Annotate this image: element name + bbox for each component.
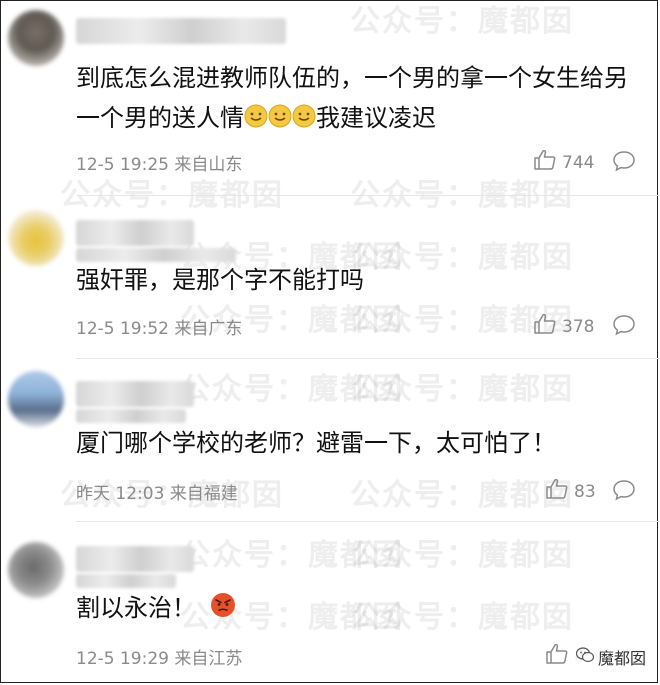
smile-emoji-icon — [268, 100, 292, 140]
comment-text: 强奸罪，是那个字不能打吗 — [76, 266, 364, 294]
comment-item: 强奸罪，是那个字不能打吗 12-5 19:52 来自广东 378 — [0, 196, 660, 358]
username-blurred[interactable] — [76, 546, 194, 572]
avatar[interactable] — [8, 10, 64, 66]
avatar[interactable] — [8, 542, 64, 598]
wechat-icon — [575, 647, 595, 667]
angry-face-emoji-icon — [210, 590, 236, 630]
comment-item: 到底怎么混进教师队伍的，一个男的拿一个女生给另一个男的送人情 我建议凌迟 12-5… — [0, 0, 660, 195]
username-blurred[interactable] — [76, 381, 194, 407]
comment-text-main: 割以永治！ — [76, 594, 196, 622]
comment-meta: 12-5 19:25 来自山东 — [76, 155, 243, 175]
comment-meta: 12-5 19:29 来自江苏 — [76, 649, 243, 669]
comment-bubble-icon[interactable] — [612, 479, 636, 505]
username-blurred[interactable] — [76, 220, 194, 246]
brand-badge: 魔都囡 — [571, 643, 650, 671]
comment-text-tail: 我建议凌迟 — [316, 104, 436, 132]
brand-name: 魔都囡 — [597, 649, 646, 668]
thumbs-up-icon — [534, 313, 556, 339]
comment-item: 厦门哪个学校的老师？避雷一下，太可怕了！ 昨天 12:03 来自福建 83 — [0, 359, 660, 521]
comment-meta: 昨天 12:03 来自福建 — [76, 484, 238, 504]
comment-item: 割以永治！ 12-5 19:29 来自江苏 8 — [0, 522, 660, 685]
like-count: 83 — [574, 481, 596, 502]
avatar[interactable] — [8, 371, 64, 427]
username-blurred[interactable] — [76, 574, 176, 588]
like-count: 744 — [562, 152, 595, 173]
username-blurred[interactable] — [76, 409, 186, 423]
like-button[interactable]: 378 — [534, 313, 595, 339]
comment-bubble-icon[interactable] — [612, 150, 636, 176]
thumbs-up-icon — [534, 149, 556, 175]
comment-meta: 12-5 19:52 来自广东 — [76, 319, 243, 339]
comment-text: 割以永治！ — [76, 588, 646, 630]
smile-emoji-icon — [292, 100, 316, 140]
comment-text: 厦门哪个学校的老师？避雷一下，太可怕了！ — [76, 429, 556, 457]
thumbs-up-icon — [546, 643, 568, 669]
comment-text: 到底怎么混进教师队伍的，一个男的拿一个女生给另一个男的送人情 我建议凌迟 — [76, 58, 646, 140]
like-button[interactable]: 744 — [534, 149, 595, 175]
thumbs-up-icon — [546, 478, 568, 504]
avatar[interactable] — [8, 210, 64, 266]
smile-emoji-icon — [244, 100, 268, 140]
like-button[interactable]: 83 — [546, 478, 596, 504]
comment-bubble-icon[interactable] — [612, 314, 636, 340]
like-count: 378 — [562, 316, 595, 337]
username-blurred[interactable] — [76, 18, 286, 44]
